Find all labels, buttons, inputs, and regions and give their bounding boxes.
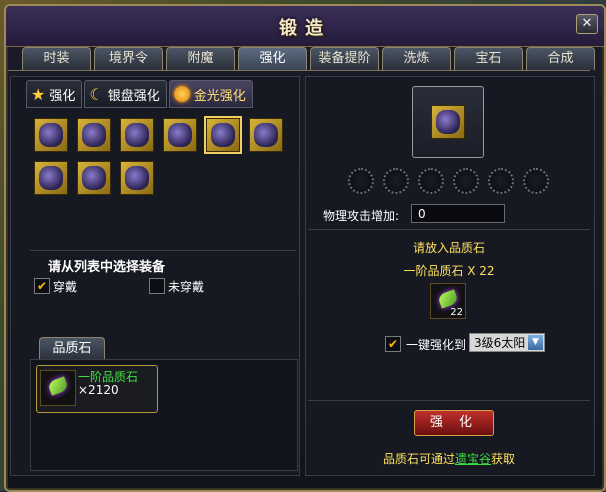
armor-icon [39,166,63,190]
subtab-silver[interactable]: ☾ 银盘强化 [84,80,167,108]
belt-icon [82,166,106,190]
attribute-label: 物理攻击增加: [323,209,400,223]
worn-label: 穿戴 [53,280,78,294]
required-gem-count: 22 [450,307,463,318]
sun-slot-icon [348,168,374,194]
unworn-checkbox[interactable] [149,278,165,294]
armor-icon [82,123,106,147]
sun-icon [173,86,190,102]
worn-checkbox[interactable]: ✔ [34,278,50,294]
enhance-subtabs: ★ 强化 ☾ 银盘强化 金光强化 [26,80,253,108]
tab-fashion[interactable]: 时装 [22,47,91,70]
tab-gem[interactable]: 宝石 [454,47,523,70]
auto-enhance-checkbox[interactable]: ✔ [385,336,401,352]
gem-requirement: 一阶品质石 X 22 [403,264,495,278]
enhance-button[interactable]: 强 化 [414,410,494,436]
equipment-slot[interactable] [34,118,68,152]
divider [308,229,590,230]
equipment-grid [32,114,296,244]
gem-item-count: ×2120 [78,383,119,397]
sun-slot-icon [488,168,514,194]
star-icon: ★ [31,84,46,104]
helmet-icon [168,123,192,147]
sun-slot-icon [523,168,549,194]
target-equipment [431,105,465,139]
tab-divider [8,70,590,71]
unworn-label: 未穿戴 [168,280,205,294]
quality-stone-icon [47,376,69,396]
tab-enhance[interactable]: 强化 [238,47,307,70]
required-gem-slot[interactable]: 22 [430,283,466,319]
attribute-value: 0 [411,204,505,223]
footer-text: 品质石可通过 [382,452,455,466]
tab-equip-upgrade[interactable]: 装备提阶 [310,47,379,70]
treasure-valley-link[interactable]: 遗宝谷 [455,452,491,466]
subtab-gold-label: 金光强化 [193,88,246,104]
subtab-silver-label: 银盘强化 [107,88,160,104]
ring-icon [436,110,460,134]
equipment-slot[interactable] [249,118,283,152]
sun-slot-icon [383,168,409,194]
subtab-gold[interactable]: 金光强化 [168,80,253,108]
subtab-basic[interactable]: ★ 强化 [26,80,83,108]
subtab-basic-label: 强化 [49,88,76,104]
tab-combine[interactable]: 合成 [526,47,595,70]
sun-slot-icon [418,168,444,194]
equipment-slot-selected[interactable] [204,116,242,154]
tab-enchant[interactable]: 附魔 [166,47,235,70]
equipment-slot[interactable] [77,118,111,152]
ring-icon [254,123,278,147]
sun-slot-icon [453,168,479,194]
equipment-slot[interactable] [120,161,154,195]
quality-stone-icon [437,289,459,309]
target-level-select[interactable]: 3级6太阳 ▼ [469,333,545,352]
armor-icon [39,123,63,147]
window-title: 锻造 [279,18,331,39]
auto-enhance-label: 一键强化到 [406,338,467,352]
gem-icon[interactable] [40,370,76,406]
tab-realm-token[interactable]: 境界令 [94,47,163,70]
target-equipment-slot[interactable] [412,86,484,158]
place-hint: 请放入品质石 [412,241,485,255]
equipment-slot[interactable] [163,118,197,152]
moon-icon: ☾ [89,84,104,104]
chevron-down-icon[interactable]: ▼ [528,335,543,350]
close-button[interactable]: ✕ [576,14,598,34]
gem-tab[interactable]: 品质石 [39,337,105,360]
equipment-slot[interactable] [34,161,68,195]
equipment-slot[interactable] [77,161,111,195]
footer-hint: 品质石可通过遗宝谷获取 [305,450,593,467]
sun-level-indicators [348,168,549,194]
footer-suffix: 获取 [491,452,516,466]
target-level-value: 3级6太阳 [474,336,526,350]
equipment-slot[interactable] [120,118,154,152]
choose-equipment-label: 请从列表中选择装备 [48,260,166,275]
boots-icon [125,166,149,190]
divider [308,400,590,401]
armor-icon [125,123,149,147]
ring-icon [211,123,235,147]
main-tabs: 时装 境界令 附魔 强化 装备提阶 洗炼 宝石 合成 [22,47,595,70]
tab-refine[interactable]: 洗炼 [382,47,451,70]
